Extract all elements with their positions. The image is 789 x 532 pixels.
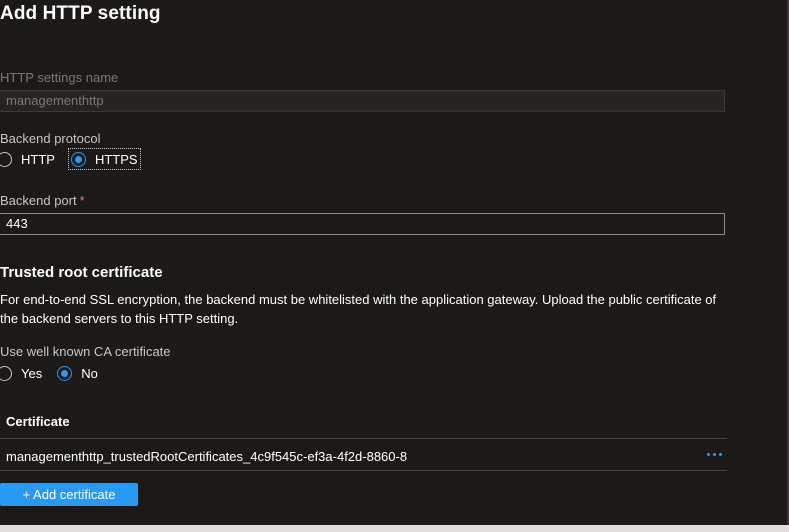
trusted-root-description-line1: For end-to-end SSL encryption, the backe… <box>0 292 717 307</box>
protocol-option-http[interactable]: HTTP <box>0 149 55 169</box>
horizontal-scrollbar[interactable] <box>0 525 789 532</box>
ca-option-yes[interactable]: Yes <box>0 363 42 383</box>
backend-protocol-label: Backend protocol <box>0 131 101 146</box>
table-divider-top <box>0 438 727 439</box>
trusted-root-heading: Trusted root certificate <box>0 264 163 281</box>
radio-https[interactable] <box>70 151 86 167</box>
backend-port-label: Backend port * <box>0 193 85 208</box>
ellipsis-icon[interactable] <box>703 444 725 464</box>
http-settings-name-input[interactable]: managementhttp <box>0 90 725 112</box>
required-marker: * <box>79 193 85 208</box>
radio-no[interactable] <box>57 365 73 381</box>
radio-yes[interactable] <box>0 365 12 381</box>
ca-option-no-label: No <box>81 365 98 381</box>
backend-port-input[interactable]: 443 <box>0 213 725 235</box>
well-known-ca-label: Use well known CA certificate <box>0 344 171 359</box>
certificate-column-header: Certificate <box>6 414 70 429</box>
ca-option-yes-label: Yes <box>21 365 43 381</box>
http-settings-name-label: HTTP settings name <box>0 70 119 85</box>
certificate-row-name: managementhttp_trustedRootCertificates_4… <box>6 449 408 464</box>
trusted-root-description: For end-to-end SSL encryption, the backe… <box>0 290 740 328</box>
protocol-option-http-label: HTTP <box>21 151 55 167</box>
add-certificate-button[interactable]: + Add certificate <box>0 483 138 506</box>
table-divider-bottom <box>0 470 727 471</box>
radio-http[interactable] <box>0 151 12 167</box>
protocol-option-https-label: HTTPS <box>94 151 138 167</box>
backend-protocol-radio-group: HTTP HTTPS <box>0 148 141 170</box>
well-known-ca-radio-group: Yes No <box>0 362 98 384</box>
page-title: Add HTTP setting <box>0 3 161 24</box>
backend-port-label-text: Backend port <box>0 193 77 208</box>
trusted-root-description-line2: the backend servers to this HTTP setting… <box>0 311 239 326</box>
protocol-option-https[interactable]: HTTPS <box>67 148 141 170</box>
add-http-setting-panel: Add HTTP setting HTTP settings name mana… <box>0 0 789 532</box>
ca-option-no[interactable]: No <box>57 363 98 383</box>
